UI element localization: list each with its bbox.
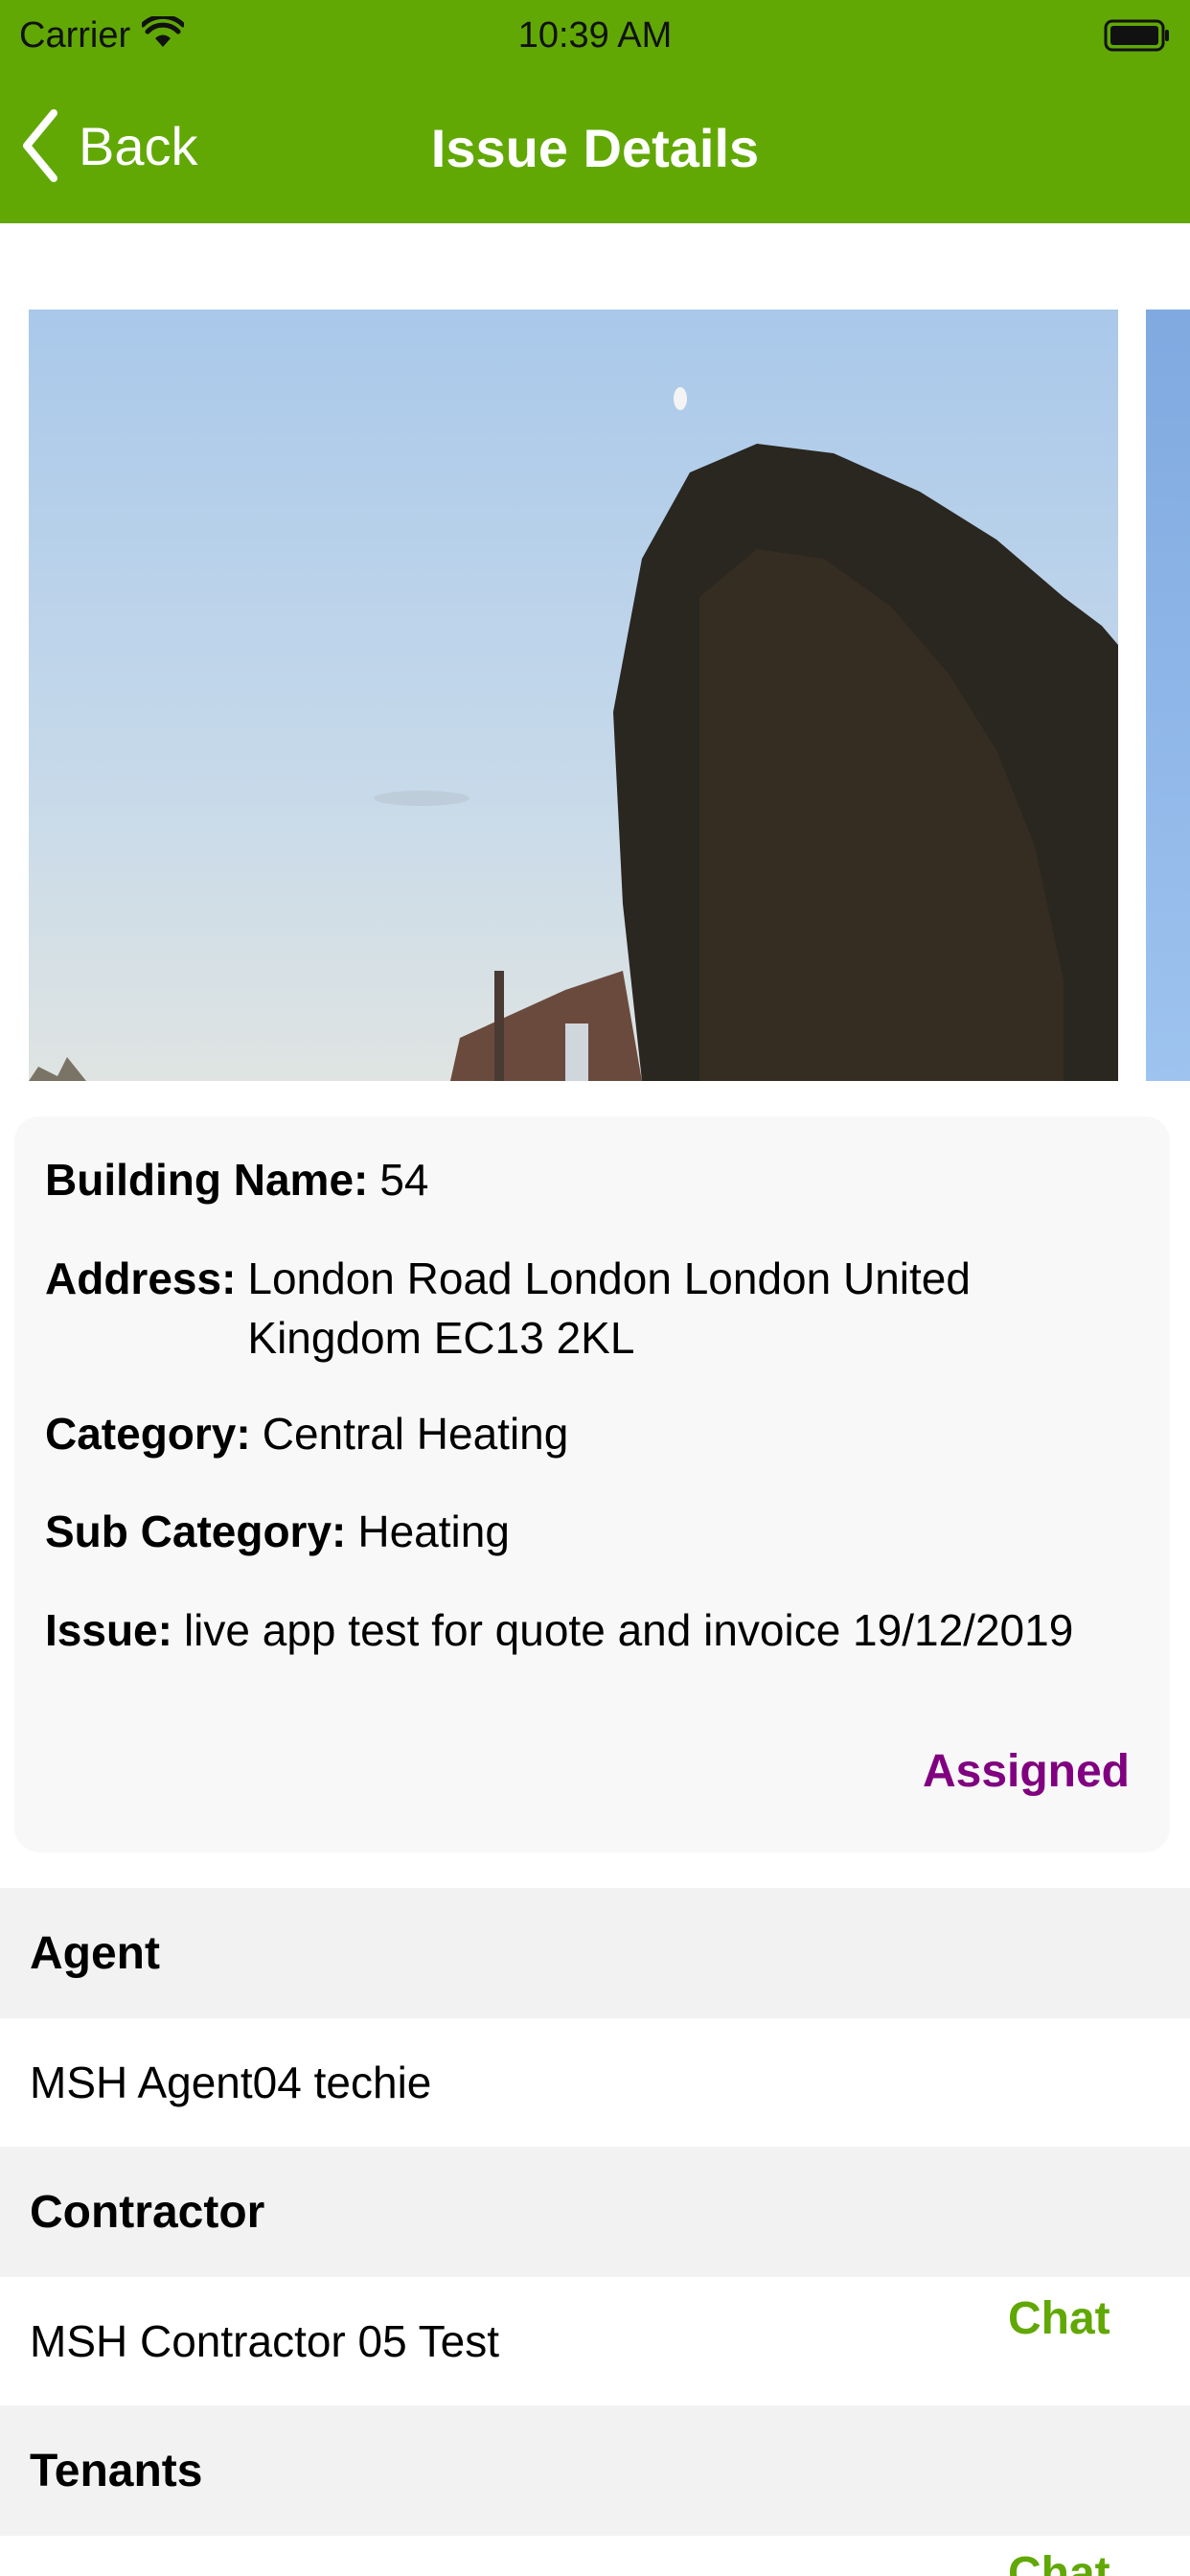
address-row: Address: London Road London London Unite… <box>45 1249 1128 1368</box>
issue-details-card: Building Name: 54 Address: London Road L… <box>14 1116 1170 1852</box>
page-title: Issue Details <box>430 118 760 178</box>
issue-photo-carousel[interactable] <box>0 310 1190 1081</box>
subcategory-label: Sub Category: <box>45 1506 347 1556</box>
issue-row: Issue: live app test for quote and invoi… <box>45 1600 1128 1660</box>
category-label: Category: <box>45 1409 251 1459</box>
subcategory-row: Sub Category: Heating <box>45 1502 1128 1561</box>
tenant-chat-button[interactable]: Chat <box>1008 2547 1110 2576</box>
issue-label: Issue: <box>45 1605 172 1655</box>
building-label: Building Name: <box>45 1155 369 1205</box>
address-value: London Road London London United Kingdom… <box>247 1254 971 1363</box>
issue-photo[interactable] <box>29 310 1118 1081</box>
address-label: Address: <box>45 1254 237 1303</box>
category-row: Category: Central Heating <box>45 1404 1128 1463</box>
agent-name-row: MSH Agent04 techie <box>0 2018 1190 2147</box>
next-photo-preview[interactable] <box>1146 310 1190 1081</box>
agent-name: MSH Agent04 techie <box>30 2058 432 2107</box>
battery-icon <box>1104 19 1169 52</box>
agent-section-header: Agent <box>0 1888 1190 2018</box>
category-value: Central Heating <box>262 1409 569 1459</box>
issue-details-screen: Carrier 10:39 AM Back Issue Details Buil… <box>0 0 1190 2576</box>
contractor-name: MSH Contractor 05 Test <box>30 2316 500 2366</box>
header: Carrier 10:39 AM Back Issue Details <box>0 0 1190 223</box>
contractor-chat-button[interactable]: Chat <box>1008 2292 1110 2345</box>
building-value: 54 <box>379 1155 429 1205</box>
status-badge: Assigned <box>922 1746 1130 1797</box>
subcategory-value: Heating <box>357 1506 510 1556</box>
tenants-section-header: Tenants <box>0 2405 1190 2536</box>
building-row: Building Name: 54 <box>45 1150 1128 1209</box>
status-bar: Carrier 10:39 AM <box>0 0 1190 73</box>
nav-bar: Back Issue Details <box>0 86 1190 201</box>
status-time: 10:39 AM <box>517 15 673 56</box>
issue-value: live app test for quote and invoice 19/1… <box>183 1605 1074 1655</box>
contractor-section-header: Contractor <box>0 2147 1190 2277</box>
issue-photo-image <box>29 310 1118 1081</box>
